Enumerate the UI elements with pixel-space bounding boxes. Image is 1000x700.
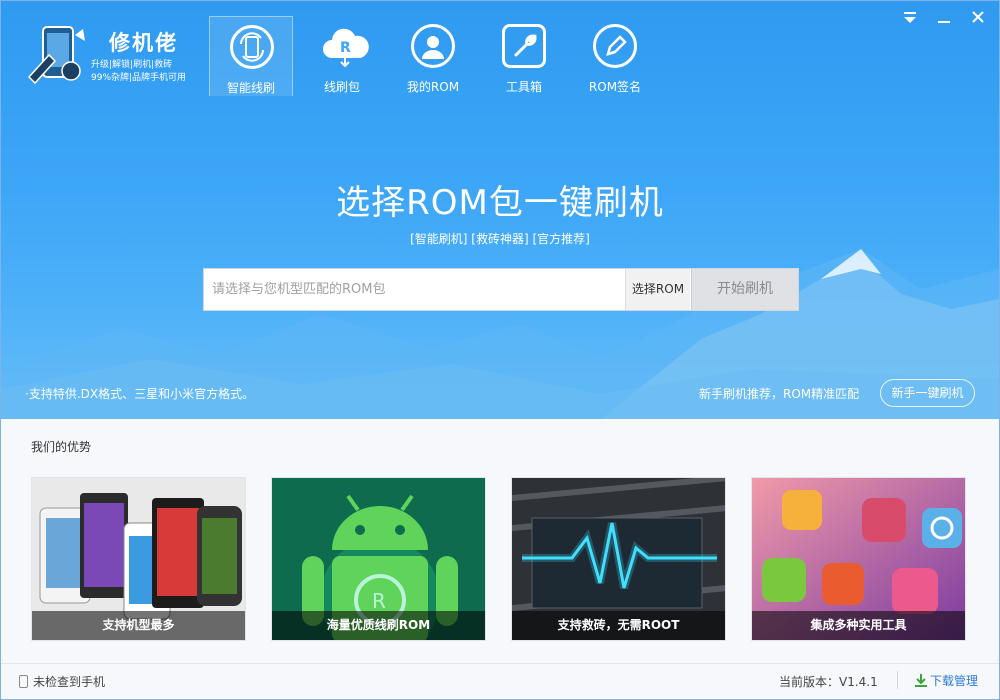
nav-rom-sign[interactable]: ROM签名 bbox=[573, 16, 657, 96]
phone-status-text: 未检查到手机 bbox=[33, 675, 106, 689]
rom-search-bar: 选择ROM 开始刷机 bbox=[203, 268, 799, 311]
wrench-icon bbox=[502, 24, 546, 68]
app-logo: 修机佬 升级|解锁|刷机|救砖 99%杂牌|品牌手机可用 bbox=[23, 21, 203, 89]
nav-label: 智能线刷 bbox=[226, 81, 275, 95]
nav-label: ROM签名 bbox=[588, 80, 642, 94]
nav-rom-packages[interactable]: R 线刷包 bbox=[300, 16, 384, 96]
nav-label: 工具箱 bbox=[505, 80, 542, 94]
app-name: 修机佬 bbox=[109, 31, 178, 55]
phone-connection-status: 未检查到手机 bbox=[19, 673, 105, 690]
download-icon bbox=[915, 674, 927, 687]
advantages-title: 我们的优势 bbox=[31, 440, 92, 454]
advantage-card-rom[interactable]: R 海量优质线刷ROM bbox=[271, 477, 486, 641]
app-window: 修机佬 升级|解锁|刷机|救砖 99%杂牌|品牌手机可用 智能线刷 R 线刷包 … bbox=[0, 0, 1000, 700]
advantage-card-models[interactable]: 支持机型最多 bbox=[31, 477, 246, 641]
svg-text:R: R bbox=[340, 40, 351, 56]
newbie-flash-button[interactable]: 新手一键刷机 bbox=[880, 379, 975, 407]
phone-icon bbox=[19, 675, 28, 688]
advantage-caption: 集成多种实用工具 bbox=[752, 611, 965, 640]
start-flash-button[interactable]: 开始刷机 bbox=[691, 269, 798, 310]
hero-banner: 修机佬 升级|解锁|刷机|救砖 99%杂牌|品牌手机可用 智能线刷 R 线刷包 … bbox=[1, 1, 999, 419]
advantage-caption: 支持机型最多 bbox=[32, 611, 245, 640]
download-manager-link[interactable]: 下载管理 bbox=[915, 672, 978, 689]
user-icon bbox=[411, 24, 455, 68]
nav-label: 我的ROM bbox=[406, 80, 460, 94]
support-note: ·支持特供.DX格式、三星和小米官方格式。 bbox=[25, 387, 255, 401]
nav-toolbox[interactable]: 工具箱 bbox=[482, 16, 566, 96]
download-manager-label: 下载管理 bbox=[930, 674, 979, 688]
hero-headline: 选择ROM包一键刷机 bbox=[336, 183, 664, 223]
advantage-card-tools[interactable]: 集成多种实用工具 bbox=[751, 477, 966, 641]
rom-cloud-icon: R bbox=[320, 24, 369, 68]
app-tagline-1: 升级|解锁|刷机|救砖 bbox=[91, 60, 173, 70]
newbie-recommend-text: 新手刷机推荐，ROM精准匹配 bbox=[699, 387, 860, 401]
rom-search-input[interactable] bbox=[204, 269, 624, 310]
select-rom-button[interactable]: 选择ROM bbox=[625, 269, 690, 310]
main-nav: 智能线刷 R 线刷包 我的ROM 工具箱 ROM签名 bbox=[209, 16, 664, 96]
nav-label: 线刷包 bbox=[323, 80, 360, 94]
advantage-caption: 支持救砖，无需ROOT bbox=[512, 611, 725, 640]
nav-my-rom[interactable]: 我的ROM bbox=[391, 16, 475, 96]
advantage-card-unbrick[interactable]: 支持救砖，无需ROOT bbox=[511, 477, 726, 641]
status-bar: 未检查到手机 当前版本：V1.4.1 下载管理 bbox=[1, 663, 999, 699]
menu-dropdown-icon[interactable] bbox=[899, 9, 921, 27]
pen-icon bbox=[593, 24, 637, 68]
svg-text:R: R bbox=[372, 589, 386, 613]
advantage-caption: 海量优质线刷ROM bbox=[272, 611, 485, 640]
status-divider bbox=[897, 671, 898, 689]
version-label: 当前版本：V1.4.1 bbox=[779, 675, 878, 689]
close-icon[interactable] bbox=[967, 9, 989, 27]
logo-phone-wrench-icon bbox=[27, 26, 85, 85]
hero-tags: [智能刷机] [救砖神器] [官方推荐] bbox=[410, 232, 590, 246]
minimize-icon[interactable] bbox=[933, 9, 955, 27]
nav-smart-flash[interactable]: 智能线刷 bbox=[209, 16, 293, 96]
app-tagline-2: 99%杂牌|品牌手机可用 bbox=[91, 73, 187, 83]
phone-refresh-icon bbox=[230, 25, 274, 69]
